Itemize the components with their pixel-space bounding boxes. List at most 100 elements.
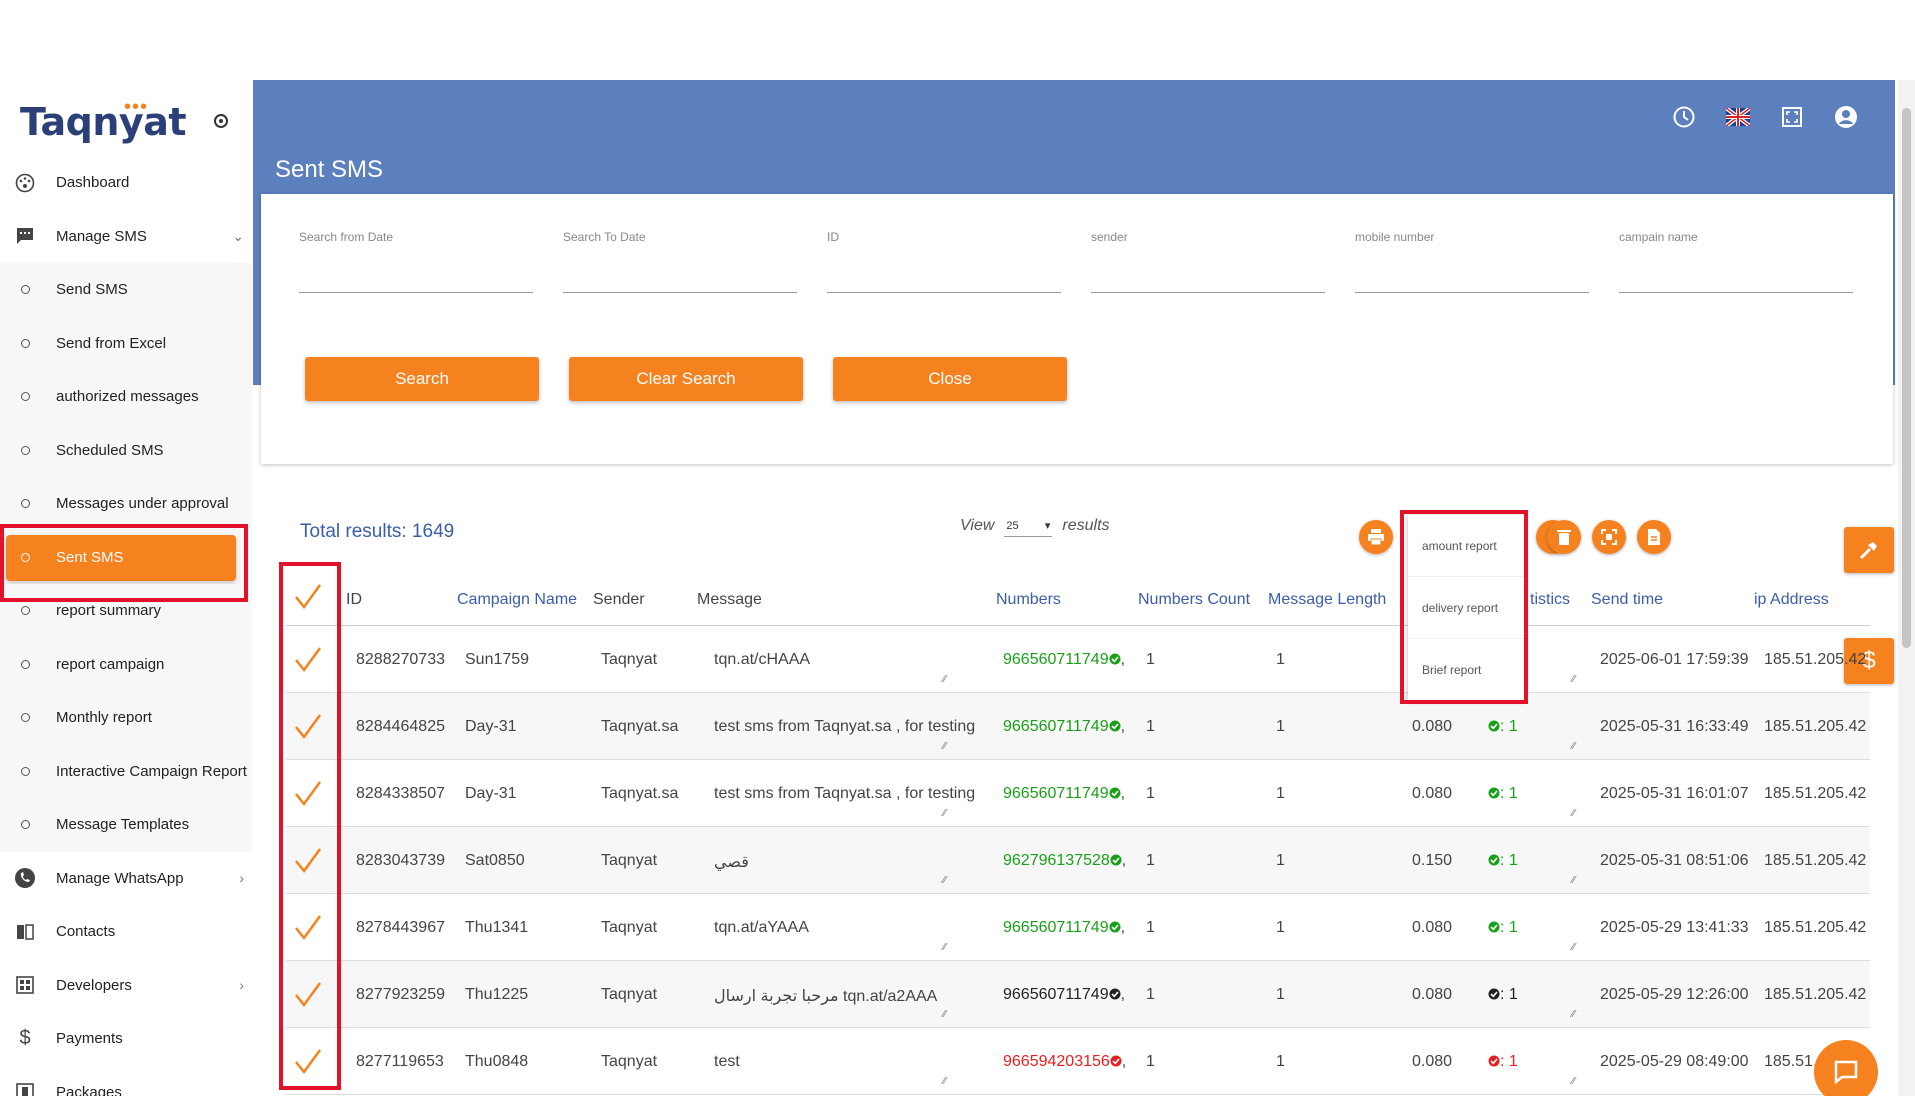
header-message-length[interactable]: Message Length <box>1268 591 1386 609</box>
brief-report-item[interactable]: Brief report <box>1408 639 1524 701</box>
sidebar-item-report-campaign[interactable]: report campaign <box>0 637 252 691</box>
campaign-field[interactable]: campain name <box>1619 230 1853 293</box>
sidebar-item-messages-under-approval[interactable]: Messages under approval <box>0 477 252 531</box>
row-check-icon[interactable] <box>294 1048 322 1076</box>
header-numbers-count[interactable]: Numbers Count <box>1138 591 1250 609</box>
resize-grip-icon[interactable]: ⁄⁄ <box>1572 1076 1575 1087</box>
header-ip-address[interactable]: ip Address <box>1754 591 1829 609</box>
chat-button[interactable] <box>1814 1040 1878 1096</box>
logo[interactable]: Taqnyat ••• <box>20 97 220 150</box>
delete-button[interactable] <box>1547 520 1581 554</box>
expand-button[interactable] <box>1592 520 1626 554</box>
mobile-field[interactable]: mobile number <box>1355 230 1589 293</box>
sidebar-item-send-from-excel[interactable]: Send from Excel <box>0 316 252 370</box>
sidebar-item-monthly-report[interactable]: Monthly report <box>0 691 252 745</box>
uk-flag-icon[interactable] <box>1725 104 1751 130</box>
table-row[interactable]: 8288270733 Sun1759 Taqnyat tqn.at/cHAAA ⁄⁄ 96… <box>286 626 1870 693</box>
header-id[interactable]: ID <box>346 591 362 609</box>
sender-field[interactable]: sender <box>1091 230 1325 293</box>
id-field[interactable]: ID <box>827 230 1061 293</box>
clear-search-button[interactable]: Clear Search <box>569 357 803 401</box>
sidebar-item-message-templates[interactable]: Message Templates <box>0 798 252 852</box>
sidebar-item-dashboard[interactable]: Dashboard <box>0 156 252 210</box>
sender-input[interactable] <box>1091 292 1325 293</box>
sidebar-item-developers[interactable]: Developers › <box>0 959 252 1013</box>
sidebar-item-scheduled-sms[interactable]: Scheduled SMS <box>0 423 252 477</box>
header-sender[interactable]: Sender <box>593 591 645 609</box>
resize-grip-icon[interactable]: ⁄⁄ <box>943 1076 946 1087</box>
resize-grip-icon[interactable]: ⁄⁄ <box>1572 808 1575 819</box>
resize-grip-icon[interactable]: ⁄⁄ <box>943 1009 946 1020</box>
header-message[interactable]: Message <box>697 591 762 609</box>
row-check-icon[interactable] <box>294 914 322 942</box>
mobile-input[interactable] <box>1355 292 1589 293</box>
resize-grip-icon[interactable]: ⁄⁄ <box>1572 741 1575 752</box>
sidebar-item-contacts[interactable]: Contacts <box>0 905 252 959</box>
from-date-field[interactable]: Search from Date <box>299 230 533 293</box>
sidebar-item-manage-whatsapp[interactable]: Manage WhatsApp › <box>0 852 252 906</box>
header-numbers[interactable]: Numbers <box>996 591 1061 609</box>
row-check-icon[interactable] <box>294 713 322 741</box>
clock-icon[interactable] <box>1671 104 1697 130</box>
cell-id: 8284338507 <box>356 785 445 802</box>
resize-grip-icon[interactable]: ⁄⁄ <box>1572 674 1575 685</box>
status-check-icon <box>1109 921 1121 933</box>
resize-grip-icon[interactable]: ⁄⁄ <box>1572 1009 1575 1020</box>
print-button[interactable] <box>1359 520 1393 554</box>
delivery-report-item[interactable]: delivery report <box>1408 577 1524 639</box>
cell-ip-address: 185.51.205.42 <box>1764 986 1867 1003</box>
sidebar-item-interactive-campaign-report[interactable]: Interactive Campaign Report <box>0 744 252 798</box>
cell-sender: Taqnyat <box>601 1053 658 1070</box>
amount-report-item[interactable]: amount report <box>1408 515 1524 577</box>
sidebar-item-packages[interactable]: Packages <box>0 1066 252 1096</box>
header-statistics[interactable]: tistics <box>1530 591 1570 609</box>
expand-icon <box>1601 529 1617 545</box>
row-check-icon[interactable] <box>294 780 322 808</box>
search-button[interactable]: Search <box>305 357 539 401</box>
to-date-input[interactable] <box>563 292 797 293</box>
id-input[interactable] <box>827 292 1061 293</box>
table-row[interactable]: 8284338507 Day-31 Taqnyat.sa test sms from … <box>286 760 1870 827</box>
user-icon[interactable] <box>1833 104 1859 130</box>
resize-grip-icon[interactable]: ⁄⁄ <box>943 674 946 685</box>
row-check-icon[interactable] <box>294 847 322 875</box>
sidebar-item-payments[interactable]: $ Payments <box>0 1012 252 1066</box>
scrollbar-thumb[interactable] <box>1902 108 1911 648</box>
table-row[interactable]: 8278443967 Thu1341 Taqnyat tqn.at/aYAAA ⁄⁄ 96… <box>286 894 1870 961</box>
row-check-icon[interactable] <box>294 981 322 1009</box>
sidebar-item-manage-sms[interactable]: Manage SMS ⌄ <box>0 210 252 264</box>
table-row[interactable]: 8277119653 Thu0848 Taqnyat test ⁄⁄ 9665942031… <box>286 1028 1870 1095</box>
cell-message-length: 1 <box>1276 852 1285 869</box>
sidebar-item-sent-sms[interactable]: Sent SMS <box>0 530 252 584</box>
close-button[interactable]: Close <box>833 357 1067 401</box>
header-send-time[interactable]: Send time <box>1591 591 1663 609</box>
sidebar-toggle-icon[interactable] <box>214 114 228 128</box>
bullet-icon <box>21 392 30 402</box>
export-button[interactable] <box>1637 520 1671 554</box>
sidebar-item-authorized-messages[interactable]: authorized messages <box>0 370 252 424</box>
from-date-input[interactable] <box>299 292 533 293</box>
select-all-check-icon[interactable] <box>294 583 322 611</box>
hammer-icon <box>1859 542 1877 560</box>
to-date-field[interactable]: Search To Date <box>563 230 797 293</box>
sidebar-item-send-sms[interactable]: Send SMS <box>0 263 252 317</box>
resize-grip-icon[interactable]: ⁄⁄ <box>943 942 946 953</box>
page-scrollbar[interactable] <box>1898 80 1915 1096</box>
header-campaign[interactable]: Campaign Name <box>457 591 577 609</box>
fullscreen-icon[interactable] <box>1779 104 1805 130</box>
row-check-icon[interactable] <box>294 646 322 674</box>
sidebar-item-report-summary[interactable]: report summary <box>0 584 252 638</box>
status-check-icon <box>1109 787 1121 799</box>
resize-grip-icon[interactable]: ⁄⁄ <box>943 741 946 752</box>
campaign-input[interactable] <box>1619 292 1853 293</box>
resize-grip-icon[interactable]: ⁄⁄ <box>943 808 946 819</box>
table-row[interactable]: 8283043739 Sat0850 Taqnyat قصي ⁄⁄ 96279613752… <box>286 827 1870 894</box>
resize-grip-icon[interactable]: ⁄⁄ <box>1572 942 1575 953</box>
page-size-select[interactable]: 25 ▾ <box>1004 515 1053 537</box>
sidebar-item-label: Messages under approval <box>56 495 229 513</box>
table-row[interactable]: 8284464825 Day-31 Taqnyat.sa test sms from … <box>286 693 1870 760</box>
tools-side-button[interactable] <box>1844 527 1894 573</box>
resize-grip-icon[interactable]: ⁄⁄ <box>1572 875 1575 886</box>
table-row[interactable]: 8277923259 Thu1225 Taqnyat مرحبا تجربة ارسا… <box>286 961 1870 1028</box>
resize-grip-icon[interactable]: ⁄⁄ <box>943 875 946 886</box>
